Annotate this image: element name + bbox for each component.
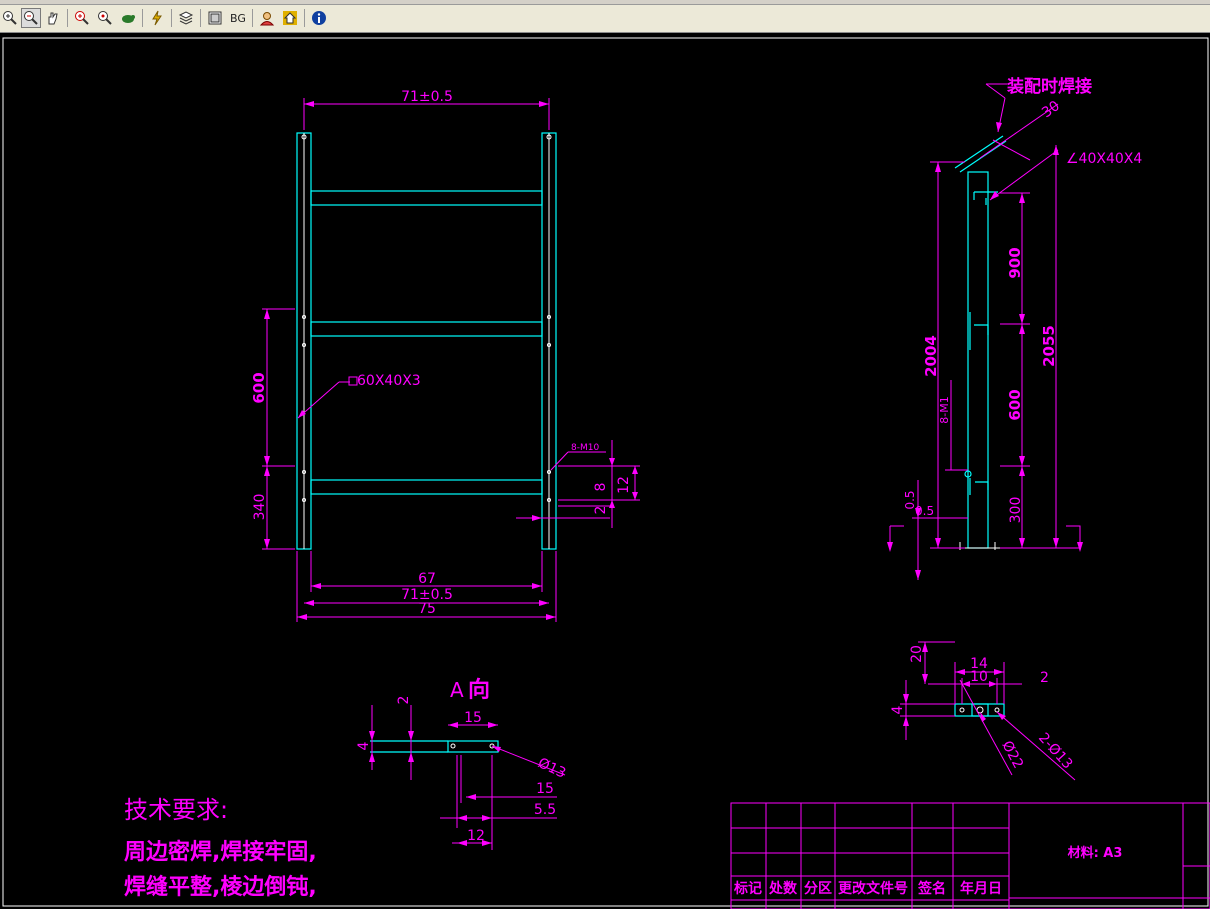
detail-view: 14 10 2 20 4 Ø22 2-Ø13 <box>890 641 1076 781</box>
view-a-title-dir: 向 <box>468 677 490 703</box>
bolt-label: 8-M10 <box>571 443 599 453</box>
view-a-dim-55: 5.5 <box>534 802 556 818</box>
detail-dim-10: 10 <box>970 669 988 685</box>
dim-340: 340 <box>252 494 268 521</box>
tb-header-1: 处数 <box>768 880 798 897</box>
view-a-dim-15: 15 <box>464 710 482 726</box>
middle-rail <box>310 321 543 337</box>
detail-plate <box>954 703 1005 717</box>
dim-67: 67 <box>418 571 436 587</box>
tb-header-2: 分区 <box>804 881 832 897</box>
tech-req-title: 技术要求: <box>124 796 229 824</box>
view-a-dim-4: 4 <box>356 741 372 750</box>
view-a-dim-2: 2 <box>396 696 412 705</box>
dim-600-side: 600 <box>1006 389 1024 420</box>
bottom-rail <box>310 479 543 495</box>
tb-header-5: 年月日 <box>960 880 1002 897</box>
detail-dim-20: 20 <box>909 645 925 663</box>
side-view: 装配时焊接 30 ∠40X40X4 900 600 300 2055 2004 <box>887 76 1142 580</box>
detail-dim-4: 4 <box>890 705 906 714</box>
view-a-dim-12: 12 <box>467 828 485 844</box>
detail-dim-2: 2 <box>1040 670 1049 686</box>
tube-label: 60X40X3 <box>357 373 421 389</box>
tb-header-3: 更改文件号 <box>838 880 908 897</box>
view-a-dim-15b: 15 <box>536 781 554 797</box>
tb-header-0: 标记 <box>733 880 762 897</box>
dim-600: 600 <box>250 372 268 403</box>
angle-label: ∠40X40X4 <box>1066 151 1142 167</box>
dim-05b: 0.5 <box>915 504 934 518</box>
top-rail <box>310 190 543 206</box>
tech-req-line1: 周边密焊,焊接牢固, <box>124 840 317 865</box>
viewport-border <box>2 37 1209 907</box>
title-block: 材料: A3 标记 处数 分区 更改文件号 签名 年月日 <box>730 802 1210 909</box>
dim-2004: 2004 <box>922 335 940 377</box>
view-a-title-a: A <box>450 678 464 702</box>
tb-header-4: 签名 <box>917 880 946 897</box>
detail-dim-2phi13: 2-Ø13 <box>1035 730 1076 773</box>
tech-req-line2: 焊缝平整,棱边倒钝, <box>124 875 317 900</box>
cad-drawing: 71±0.5 600 340 60X40X3 8-M10 8 12 2 67 7… <box>2 37 1210 909</box>
dim-75: 75 <box>418 601 436 617</box>
dim-8m1: 8-M1 <box>938 396 951 423</box>
dim-30: 30 <box>1039 98 1063 121</box>
detail-dim-phi22: Ø22 <box>998 738 1026 771</box>
dim-2055: 2055 <box>1040 325 1058 367</box>
dim-900: 900 <box>1006 247 1024 278</box>
view-a-dim-phi13: Ø13 <box>535 755 568 782</box>
weld-note: 装配时焊接 <box>1006 76 1092 97</box>
dim-12: 12 <box>616 476 632 494</box>
dim-top-width: 71±0.5 <box>401 89 453 105</box>
front-view: 71±0.5 600 340 60X40X3 8-M10 8 12 2 67 7… <box>250 89 640 622</box>
view-a: A 向 4 2 15 Ø13 15 5.5 12 <box>356 677 568 850</box>
dim-8: 8 <box>593 483 609 492</box>
dim-2: 2 <box>593 506 609 515</box>
material-label: 材料: A3 <box>1068 845 1123 861</box>
side-post <box>967 171 989 549</box>
dim-300: 300 <box>1008 497 1024 524</box>
